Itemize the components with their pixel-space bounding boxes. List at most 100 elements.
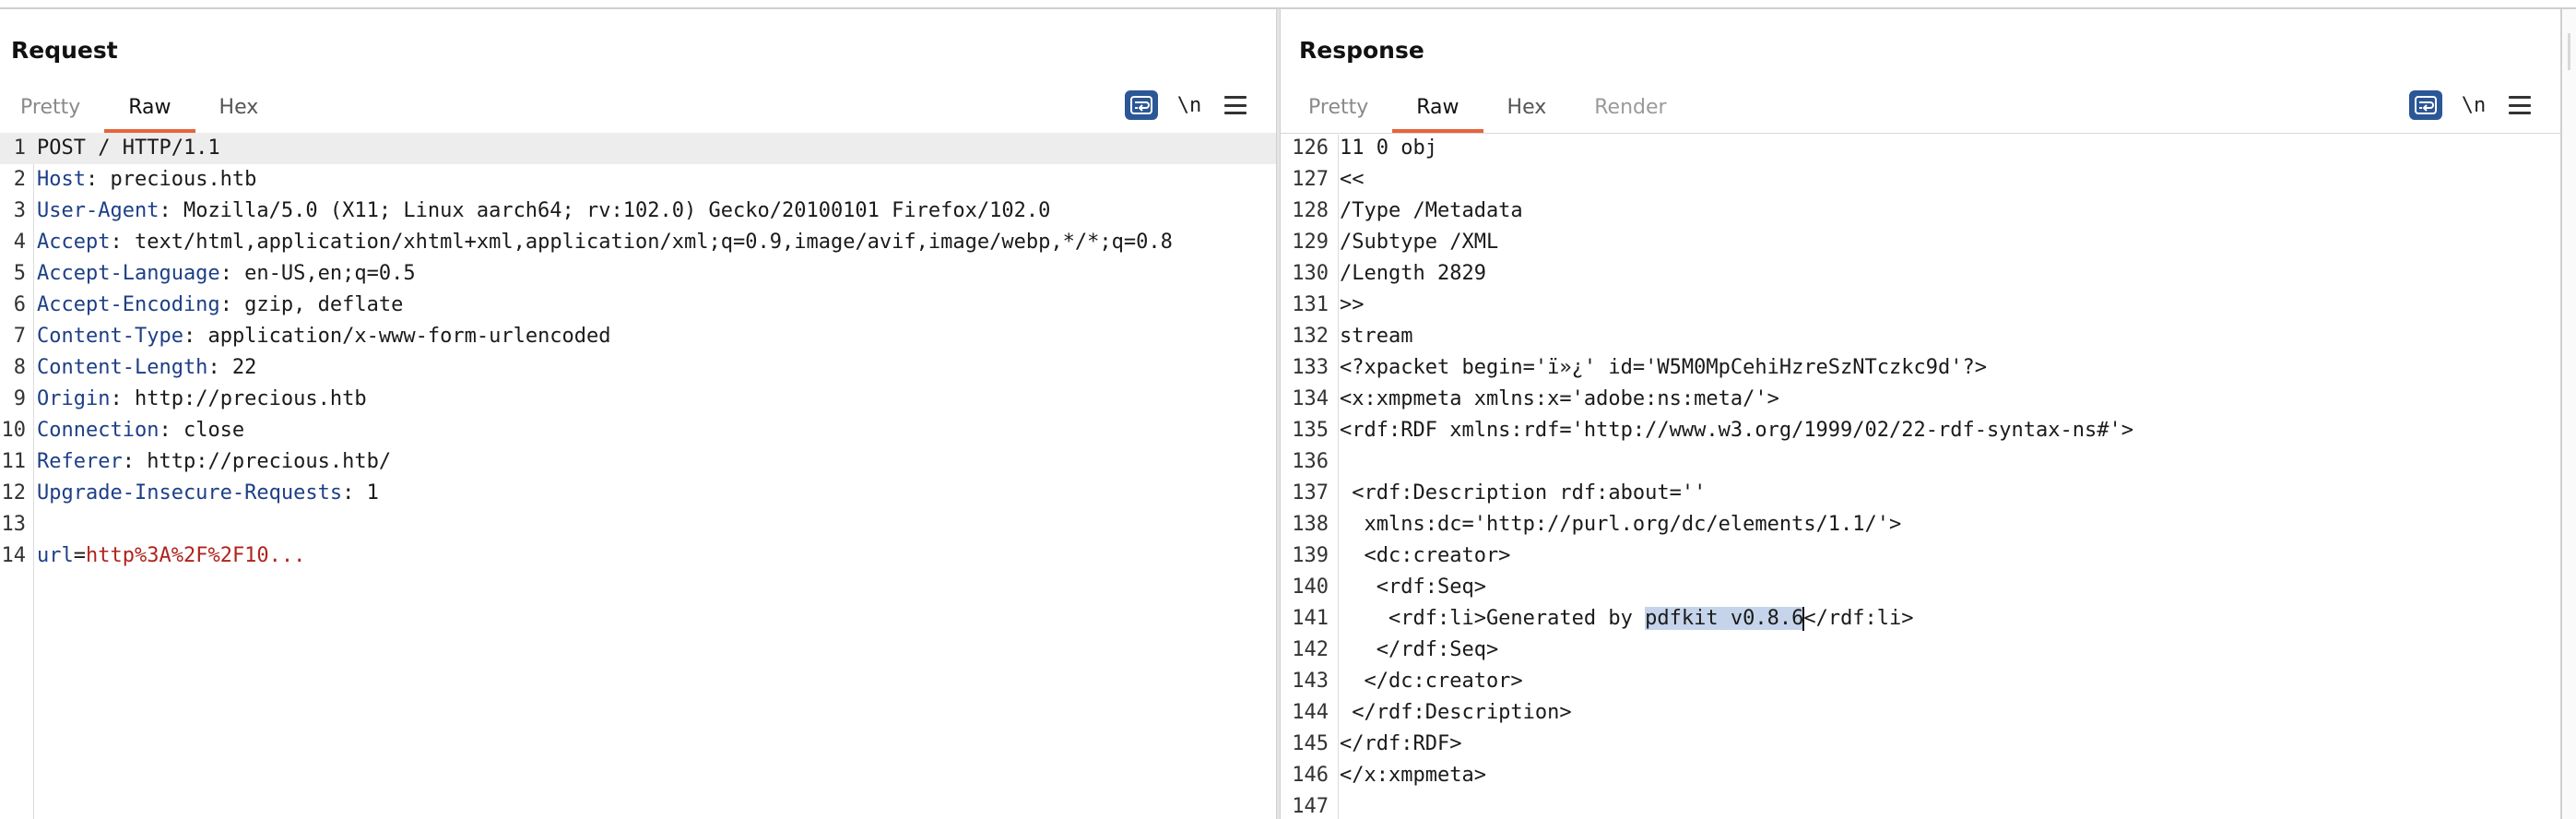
word-wrap-icon[interactable]	[2409, 90, 2442, 120]
code-line: 5 Accept-Language: en-US,en;q=0.5	[0, 258, 1276, 290]
code-line: 136	[1281, 446, 2560, 478]
line-number: 3	[13, 199, 26, 222]
header-colon: :	[219, 293, 232, 316]
line-number: 128	[1292, 199, 1329, 222]
code-line: 147	[1281, 791, 2560, 819]
response-pane: Response Pretty Raw Hex Render \n 126 11 …	[1281, 9, 2560, 819]
code-line: 144 </rdf:Description>	[1281, 697, 2560, 729]
line-number: 14	[1, 544, 27, 567]
line-number: 142	[1292, 638, 1329, 661]
line-text: >>	[1340, 293, 1365, 316]
window-top-border	[0, 0, 2576, 9]
line-number: 127	[1292, 168, 1329, 191]
code-line: 126 11 0 obj	[1281, 133, 2560, 164]
line-text-before: <rdf:li>Generated by	[1340, 607, 1646, 630]
line-content: Host: precious.htb	[37, 164, 256, 196]
word-wrap-icon[interactable]	[1125, 90, 1158, 120]
response-title: Response	[1299, 37, 1424, 64]
tab-pretty[interactable]: Pretty	[0, 85, 104, 133]
line-text: <<	[1340, 168, 1365, 191]
line-number: 139	[1292, 544, 1329, 567]
header-colon: :	[110, 387, 123, 410]
request-editor[interactable]: 1 POST / HTTP/1.1 2 Host: precious.htb 3 User…	[0, 133, 1276, 819]
header-value: 1	[354, 481, 379, 504]
header-name: Origin	[37, 387, 111, 410]
code-line: 13	[0, 509, 1276, 540]
response-toolbar: \n	[2409, 90, 2535, 120]
code-line: 129/Subtype /XML	[1281, 227, 2560, 258]
request-tabs: Pretty Raw Hex	[0, 83, 282, 133]
line-number: 12	[1, 481, 27, 504]
hamburger-menu-icon[interactable]	[2505, 92, 2535, 118]
header-name: Upgrade-Insecure-Requests	[37, 481, 343, 504]
code-line: 127 <<	[1281, 164, 2560, 196]
line-number: 147	[1292, 795, 1329, 818]
line-text: <rdf:RDF xmlns:rdf='http://www.w3.org/19…	[1340, 419, 2133, 442]
line-text: </rdf:RDF>	[1340, 732, 1462, 755]
tab-raw[interactable]: Raw	[104, 85, 195, 133]
line-text: <rdf:Description rdf:about=''	[1340, 481, 1707, 504]
header-colon: :	[122, 450, 135, 473]
line-text: </rdf:Seq>	[1340, 638, 1499, 661]
line-number: 1	[13, 136, 26, 160]
line-number: 9	[13, 387, 26, 410]
response-editor[interactable]: 126 11 0 obj 127 << 128/Type /Metadata 129/Su…	[1281, 135, 2560, 819]
code-line: 140 <rdf:Seq>	[1281, 572, 2560, 603]
response-tabs: Pretty Raw Hex Render	[1281, 83, 1691, 133]
selected-text[interactable]: pdfkit v0.8.6	[1645, 607, 1804, 630]
line-content: POST / HTTP/1.1	[37, 133, 220, 164]
line-content: <rdf:Seq>	[1340, 572, 1486, 603]
code-line: 6 Accept-Encoding: gzip, deflate	[0, 290, 1276, 321]
code-line: 2 Host: precious.htb	[0, 164, 1276, 196]
line-number: 11	[1, 450, 27, 473]
tab-hex[interactable]: Hex	[195, 85, 283, 133]
header-value: precious.htb	[98, 168, 257, 191]
code-line: 145 </rdf:RDF>	[1281, 729, 2560, 760]
tab-raw[interactable]: Raw	[1392, 85, 1483, 133]
line-number: 13	[1, 513, 27, 536]
code-line: 14 url=http%3A%2F%2F10...	[0, 540, 1276, 572]
line-content: /Type /Metadata	[1340, 196, 1523, 227]
header-name: User-Agent	[37, 199, 160, 222]
header-value: en-US,en;q=0.5	[231, 262, 416, 285]
line-number: 130	[1292, 262, 1329, 285]
code-line: 10 Connection: close	[0, 415, 1276, 446]
header-value: close	[171, 419, 245, 442]
code-line: 143 </dc:creator>	[1281, 666, 2560, 697]
param-value: http%3A%2F%2F10...	[86, 544, 306, 567]
line-number: 140	[1292, 576, 1329, 599]
code-line: 128/Type /Metadata	[1281, 196, 2560, 227]
header-value: text/html,application/xhtml+xml,applicat…	[122, 231, 1173, 254]
line-text: </dc:creator>	[1340, 670, 1523, 693]
line-content: >>	[1340, 290, 1365, 321]
code-line: 142 </rdf:Seq>	[1281, 635, 2560, 666]
line-content: <?xpacket begin='ï»¿' id='W5M0MpCehiHzre…	[1340, 352, 1987, 384]
tab-render[interactable]: Render	[1570, 85, 1690, 133]
code-line: 131 >>	[1281, 290, 2560, 321]
request-pane: Request Pretty Raw Hex \n 1 POST / HTTP/1…	[0, 9, 1276, 819]
line-content: <<	[1340, 164, 1365, 196]
line-number: 131	[1292, 293, 1329, 316]
right-scrollbar[interactable]	[2560, 9, 2576, 819]
tab-pretty[interactable]: Pretty	[1281, 85, 1392, 133]
tab-hex[interactable]: Hex	[1483, 85, 1571, 133]
line-number: 132	[1292, 325, 1329, 348]
header-value: 22	[219, 356, 257, 379]
line-number: 143	[1292, 670, 1329, 693]
code-line: 134 <x:xmpmeta xmlns:x='adobe:ns:meta/'>	[1281, 384, 2560, 415]
show-newlines-button[interactable]: \n	[1173, 94, 1206, 117]
show-newlines-button[interactable]: \n	[2457, 94, 2490, 117]
line-number: 6	[13, 293, 26, 316]
code-line: 12 Upgrade-Insecure-Requests: 1	[0, 478, 1276, 509]
line-content: Upgrade-Insecure-Requests: 1	[37, 478, 379, 509]
line-text: /Length 2829	[1340, 262, 1486, 285]
line-number: 4	[13, 231, 26, 254]
line-number: 141	[1292, 607, 1329, 630]
line-number: 133	[1292, 356, 1329, 379]
line-content: Accept-Language: en-US,en;q=0.5	[37, 258, 416, 290]
code-line: 141 <rdf:li>Generated by pdfkit v0.8.6</…	[1281, 603, 2560, 635]
header-name: Referer	[37, 450, 123, 473]
hamburger-menu-icon[interactable]	[1221, 92, 1250, 118]
code-line: 137 <rdf:Description rdf:about=''	[1281, 478, 2560, 509]
header-colon: :	[110, 231, 123, 254]
